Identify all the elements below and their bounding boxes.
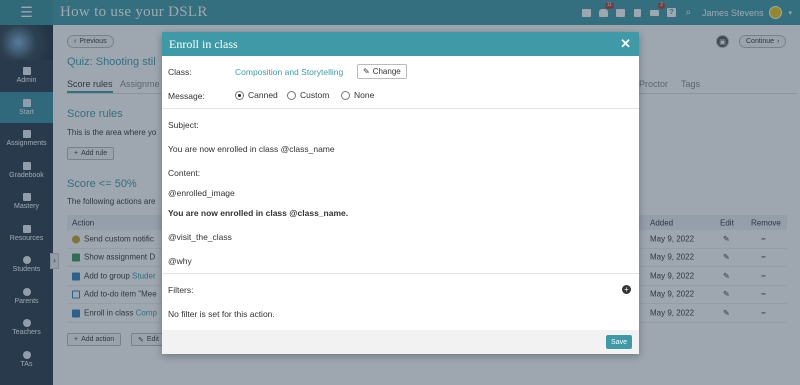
save-button[interactable]: Save: [606, 335, 632, 349]
change-label: Change: [372, 67, 401, 76]
change-button[interactable]: ✎ Change: [357, 64, 407, 79]
message-label: Message:: [168, 91, 205, 101]
subject-value: You are now enrolled in class @class_nam…: [168, 144, 335, 154]
subject-label: Subject:: [168, 120, 199, 130]
radio-custom[interactable]: Custom: [287, 90, 330, 101]
content-line: @why: [168, 256, 192, 266]
radio-label: None: [354, 90, 375, 100]
class-link[interactable]: Composition and Storytelling: [235, 67, 343, 77]
radio-label: Canned: [248, 90, 278, 100]
filters-empty-text: No filter is set for this action.: [168, 309, 275, 319]
enroll-in-class-dialog: Enroll in class ✕ Class: Composition and…: [162, 32, 639, 354]
dialog-header: Enroll in class ✕: [162, 32, 639, 56]
radio-canned[interactable]: Canned: [235, 90, 278, 101]
radio-button[interactable]: [235, 91, 244, 101]
pencil-icon: ✎: [363, 67, 370, 76]
content-label: Content:: [168, 168, 201, 178]
filters-label: Filters:: [168, 285, 194, 295]
divider: [162, 108, 639, 109]
divider: [162, 273, 639, 274]
dialog-title: Enroll in class: [169, 36, 238, 51]
close-icon[interactable]: ✕: [620, 36, 631, 52]
radio-none[interactable]: None: [341, 90, 375, 101]
content-line: You are now enrolled in class @class_nam…: [168, 208, 349, 218]
radio-label: Custom: [300, 90, 330, 100]
content-line: @visit_the_class: [168, 232, 232, 242]
class-label: Class:: [168, 67, 192, 77]
radio-button[interactable]: [341, 91, 350, 101]
radio-button[interactable]: [287, 91, 296, 101]
content-line: @enrolled_image: [168, 188, 235, 198]
dialog-footer: Save: [162, 330, 639, 354]
add-filter-icon[interactable]: +: [622, 285, 631, 294]
